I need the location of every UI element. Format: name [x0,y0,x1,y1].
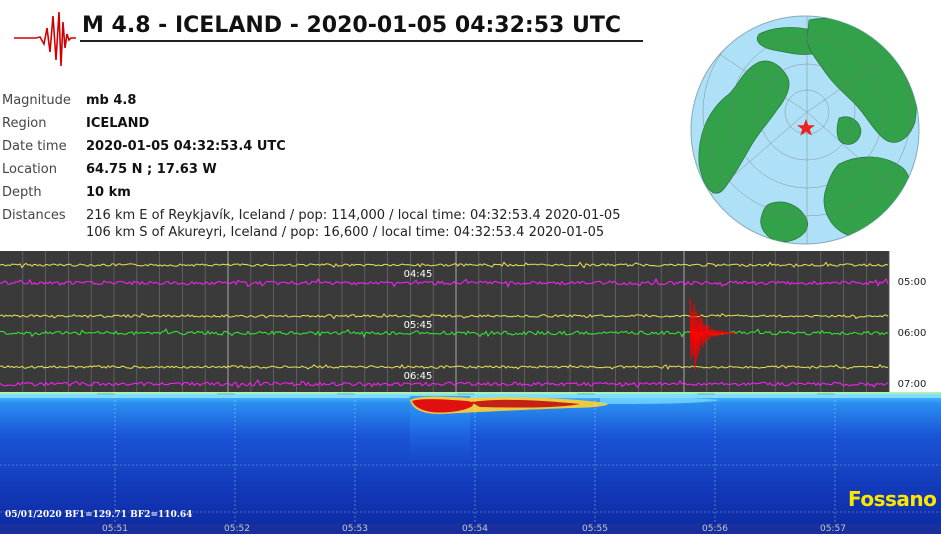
distance-line: 216 km E of Reykjavík, Iceland / pop: 11… [86,208,621,223]
seismic-report: M 4.8 - ICELAND - 2020-01-05 04:32:53 UT… [0,0,941,534]
detail-value: 64.75 N ; 17.63 W [86,162,217,177]
time-tick-label: 05:51 [102,524,128,534]
detail-label: Magnitude [2,93,71,108]
detail-label: Location [2,162,57,177]
heli-inner-label: 05:45 [404,320,433,331]
detail-value: ICELAND [86,116,150,131]
detail-label: Region [2,116,47,131]
detail-value: 2020-01-05 04:32:53.4 UTC [86,139,286,154]
time-tick-label: 05:55 [582,524,608,534]
time-tick-label: 05:54 [462,524,488,534]
detail-value: mb 4.8 [86,93,137,108]
heli-right-label: 06:00 [898,328,927,339]
time-tick-label: 05:53 [342,524,368,534]
detail-value: 10 km [86,185,131,200]
helicorder-label-column [889,251,941,392]
time-tick-label: 05:56 [702,524,728,534]
station-name: Fossano [848,487,937,511]
heli-right-label: 05:00 [898,277,927,288]
heli-right-label: 07:00 [898,379,927,390]
seismogram-logo-icon [14,11,76,67]
heli-inner-label: 06:45 [404,371,433,382]
helicorder-plot: 04:45 05:45 06:45 05:00 06:00 07:00 [0,251,941,392]
title-underline [80,40,643,42]
heli-inner-label: 04:45 [404,269,433,280]
detail-label: Depth [2,185,42,200]
spectrogram-info-label: 05/01/2020 BF1=129.71 BF2=110.64 [5,510,193,520]
detail-label: Distances [2,208,66,223]
page-title: M 4.8 - ICELAND - 2020-01-05 04:32:53 UT… [82,13,621,38]
distance-line: 106 km S of Akureyri, Iceland / pop: 16,… [86,225,605,240]
time-tick-label: 05:52 [224,524,250,534]
helicorder-background [0,251,889,392]
time-tick-label: 05:57 [820,524,846,534]
globe-map-icon [690,15,920,245]
detail-label: Date time [2,139,67,154]
